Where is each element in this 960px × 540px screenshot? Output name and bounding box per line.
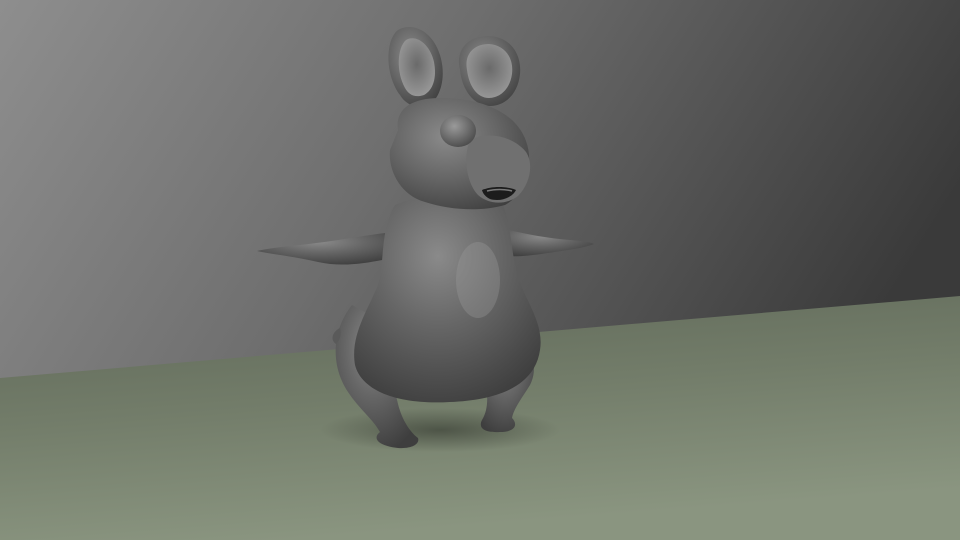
- belly-highlight: [456, 242, 500, 318]
- eye: [440, 115, 476, 147]
- render-canvas: [0, 0, 960, 540]
- character-shadow: [320, 408, 560, 452]
- render-viewport: [0, 0, 960, 540]
